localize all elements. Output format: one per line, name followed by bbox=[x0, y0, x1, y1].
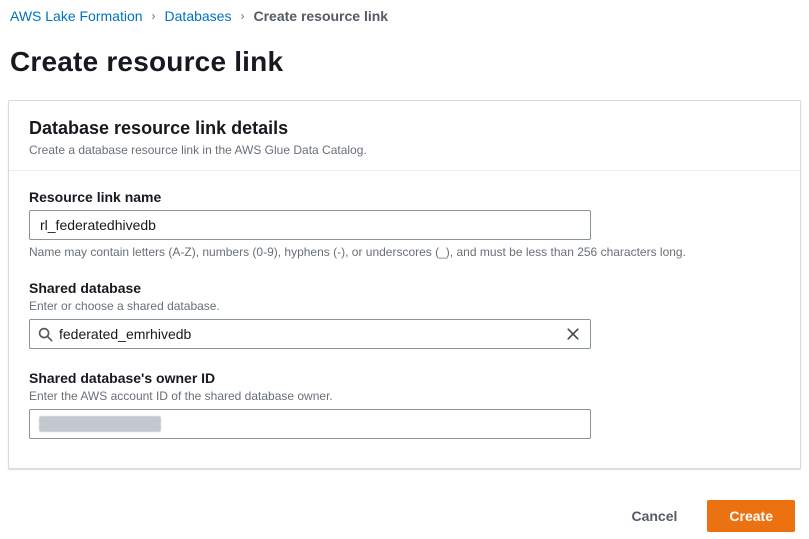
owner-id-input-wrap bbox=[29, 409, 591, 439]
shared-database-owner-field: Shared database's owner ID Enter the AWS… bbox=[29, 370, 780, 439]
page: AWS Lake Formation › Databases › Create … bbox=[0, 0, 809, 532]
breadcrumb-current-page: Create resource link bbox=[253, 8, 389, 24]
resource-link-name-constraint: Name may contain letters (A-Z), numbers … bbox=[29, 245, 686, 259]
form-actions: Cancel Create bbox=[627, 500, 795, 532]
shared-database-label: Shared database bbox=[29, 280, 142, 296]
breadcrumb-link-databases[interactable]: Databases bbox=[165, 8, 232, 24]
shared-database-hint: Enter or choose a shared database. bbox=[29, 299, 220, 313]
chevron-right-icon: › bbox=[151, 9, 156, 23]
shared-database-owner-hint: Enter the AWS account ID of the shared d… bbox=[29, 389, 333, 403]
cancel-button[interactable]: Cancel bbox=[627, 502, 681, 530]
shared-database-owner-label: Shared database's owner ID bbox=[29, 370, 216, 386]
shared-database-input[interactable] bbox=[53, 326, 564, 342]
breadcrumb-link-aws-lake-formation[interactable]: AWS Lake Formation bbox=[10, 8, 143, 24]
chevron-right-icon: › bbox=[240, 9, 245, 23]
resource-link-name-label: Resource link name bbox=[29, 189, 162, 205]
panel-body: Resource link name Name may contain lett… bbox=[9, 171, 800, 459]
close-icon[interactable] bbox=[564, 325, 582, 343]
redacted-owner-id-value bbox=[39, 416, 161, 432]
resource-link-name-field: Resource link name Name may contain lett… bbox=[29, 189, 780, 259]
panel-header: Database resource link details Create a … bbox=[9, 101, 800, 170]
breadcrumb: AWS Lake Formation › Databases › Create … bbox=[0, 0, 809, 24]
page-title: Create resource link bbox=[10, 46, 284, 77]
shared-database-search-box bbox=[29, 319, 591, 349]
database-resource-link-panel: Database resource link details Create a … bbox=[8, 100, 801, 469]
search-icon bbox=[38, 327, 53, 342]
panel-description: Create a database resource link in the A… bbox=[29, 143, 367, 157]
shared-database-field: Shared database Enter or choose a shared… bbox=[29, 280, 780, 349]
resource-link-name-input[interactable] bbox=[29, 210, 591, 240]
panel-title: Database resource link details bbox=[29, 118, 289, 138]
create-button[interactable]: Create bbox=[707, 500, 795, 532]
